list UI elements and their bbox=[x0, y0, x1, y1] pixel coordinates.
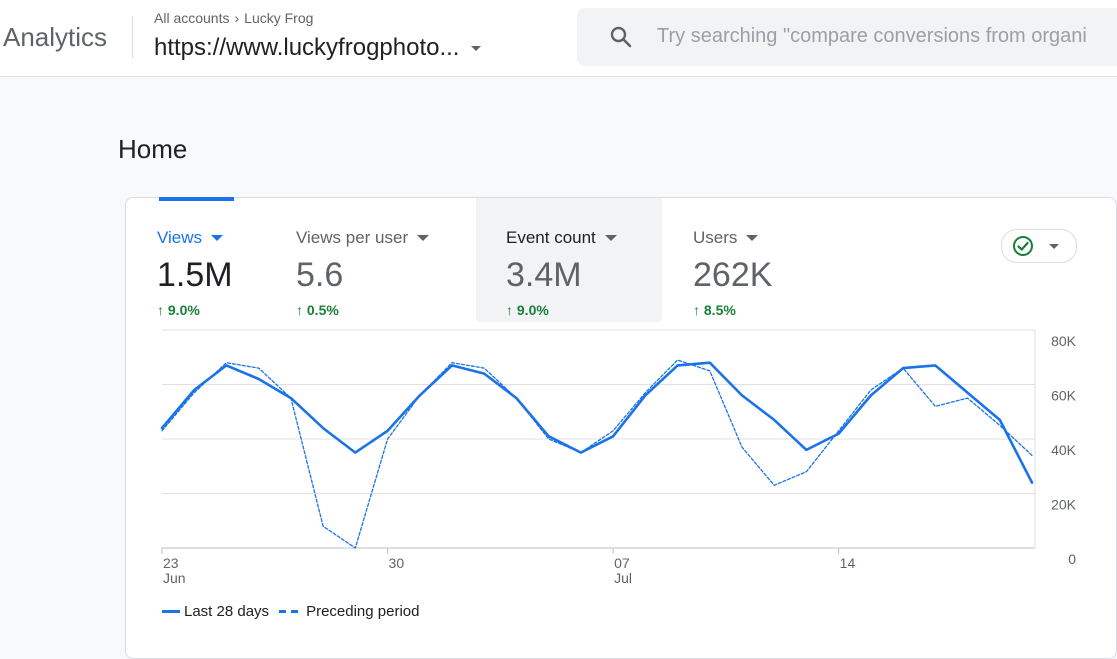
series-line-last-28-days bbox=[160, 361, 1034, 484]
x-tick-month: Jun bbox=[163, 570, 186, 586]
x-tick-label: 30 bbox=[389, 555, 405, 571]
y-tick-label: 40K bbox=[1051, 442, 1077, 458]
x-tick-label: 23 bbox=[163, 555, 179, 571]
legend-label: Last 28 days bbox=[184, 603, 270, 620]
legend-swatch-solid bbox=[162, 610, 180, 613]
x-tick-label: 14 bbox=[840, 555, 856, 571]
y-tick-label: 20K bbox=[1051, 497, 1077, 513]
chart-legend: Last 28 days Preceding period bbox=[162, 603, 429, 620]
x-tick-label: 07 bbox=[614, 555, 630, 571]
legend-item-preceding-period[interactable]: Preceding period bbox=[279, 603, 419, 620]
legend-item-last-28-days[interactable]: Last 28 days bbox=[162, 603, 269, 620]
line-chart: 80K 60K 40K 20K 0 23Jun 30 07Jul 14 bbox=[160, 329, 1077, 586]
y-tick-label: 80K bbox=[1051, 333, 1077, 349]
legend-label: Preceding period bbox=[306, 603, 420, 620]
x-tick-month: Jul bbox=[614, 570, 632, 586]
series-line-preceding-period bbox=[161, 359, 1033, 549]
y-tick-label: 0 bbox=[1068, 551, 1076, 567]
legend-swatch-dashed bbox=[279, 610, 299, 613]
y-tick-label: 60K bbox=[1051, 388, 1077, 404]
